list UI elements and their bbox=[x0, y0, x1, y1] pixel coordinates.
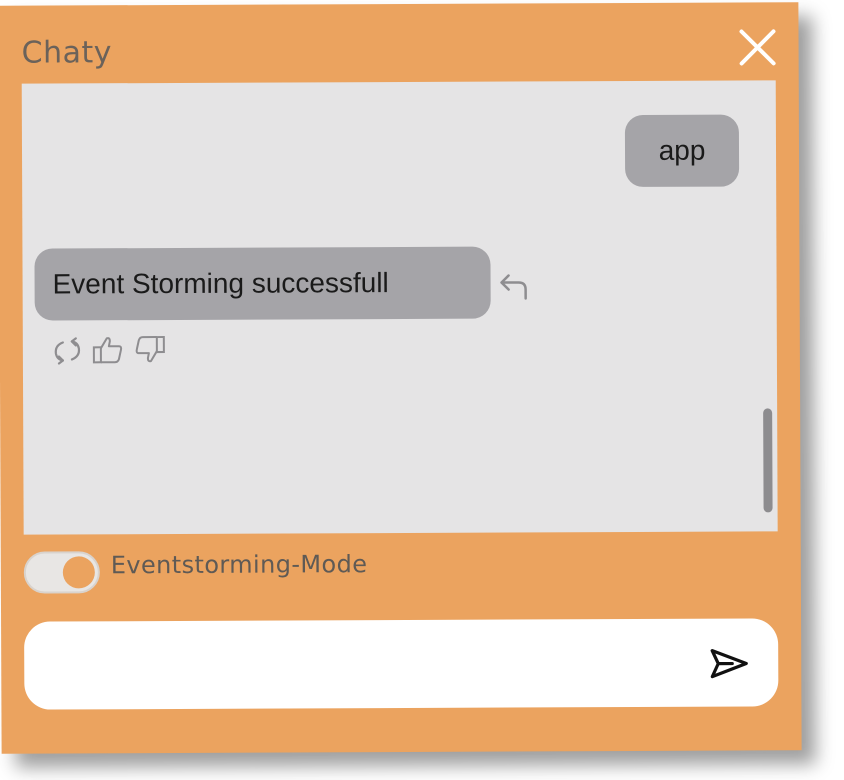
eventstorming-mode-label: Eventstorming-Mode bbox=[110, 550, 368, 580]
message-input[interactable] bbox=[48, 636, 693, 694]
bot-message-bubble: Event Storming successfull bbox=[34, 246, 491, 321]
reply-button[interactable] bbox=[497, 269, 533, 303]
eventstorming-mode-toggle[interactable] bbox=[23, 551, 100, 594]
thumbs-up-button[interactable] bbox=[91, 333, 127, 367]
toggle-knob bbox=[62, 556, 95, 589]
message-list[interactable]: app Event Storming successfull bbox=[21, 80, 778, 535]
close-button[interactable] bbox=[736, 26, 778, 68]
send-button[interactable] bbox=[708, 646, 750, 680]
message-scrollbar[interactable] bbox=[763, 408, 773, 513]
reply-arrow-icon bbox=[500, 274, 527, 300]
thumbs-down-icon bbox=[135, 336, 165, 363]
chat-window: Chaty app Event Storming successfull Eve… bbox=[0, 2, 802, 754]
close-icon bbox=[739, 29, 776, 66]
regenerate-button[interactable] bbox=[50, 333, 86, 367]
window-title: Chaty bbox=[21, 35, 113, 71]
thumbs-up-icon bbox=[92, 337, 123, 364]
user-message-bubble: app bbox=[624, 114, 740, 188]
thumbs-down-button[interactable] bbox=[131, 333, 167, 367]
message-composer bbox=[24, 618, 779, 710]
send-icon bbox=[710, 649, 748, 679]
regenerate-icon bbox=[54, 337, 81, 365]
